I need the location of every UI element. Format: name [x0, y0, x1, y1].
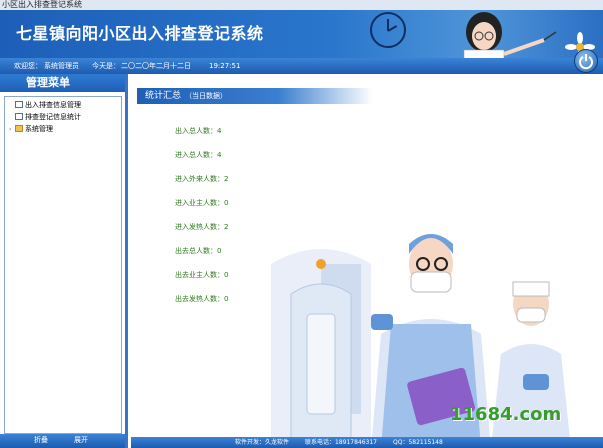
tree-item-label: 系统管理	[25, 125, 53, 133]
stat-in-fever: 进入发热人数：2	[175, 222, 228, 232]
stat-value: 4	[217, 127, 222, 135]
stat-value: 0	[224, 295, 229, 303]
expand-button[interactable]: 展开	[74, 435, 88, 445]
stat-total-inout: 出入总人数：4	[175, 126, 221, 136]
power-glyph	[579, 54, 593, 70]
app-title: 七星镇向阳小区出入排查登记系统	[16, 24, 264, 43]
stat-value: 0	[224, 199, 229, 207]
bottom-status-bar: 软件开发：久龙软件 联系电话：18917846317 QQ：582115148	[131, 437, 603, 448]
stat-label: 出去总人数：	[175, 247, 217, 255]
contact-phone: 联系电话：18917846317	[305, 439, 377, 446]
clock-icon	[370, 12, 406, 48]
stat-value: 2	[224, 223, 229, 231]
window-title: 小区出入排查登记系统	[2, 0, 82, 9]
tree-item-checkin-management[interactable]: 出入排查信息管理	[5, 99, 121, 111]
tree-item-label: 排查登记信息统计	[25, 113, 81, 121]
welcome-label: 欢迎您：	[14, 62, 42, 70]
stat-label: 出入总人数：	[175, 127, 217, 135]
document-icon	[15, 101, 23, 108]
stat-label: 进入业主人数：	[175, 199, 224, 207]
stat-label: 进入总人数：	[175, 151, 217, 159]
stat-in-owners: 进入业主人数：0	[175, 198, 228, 208]
stat-out-owners: 出去业主人数：0	[175, 270, 228, 280]
today-label: 今天是：	[92, 62, 120, 70]
menu-header: 管理菜单	[0, 74, 125, 92]
current-time: 19:27:51	[209, 62, 241, 70]
panel-subtitle: （当日数据）	[185, 92, 228, 100]
current-date: 二〇二〇年二月十二日	[121, 62, 191, 70]
stat-in-visitors: 进入外来人数：2	[175, 174, 228, 184]
stat-value: 2	[224, 175, 229, 183]
tree-item-statistics[interactable]: 排查登记信息统计	[5, 111, 121, 123]
stat-total-in: 进入总人数：4	[175, 150, 221, 160]
main-content: 统计汇总 （当日数据） 出入总人数：4 进入总人数：4 进入外来人数：2 进入业主…	[131, 74, 603, 448]
stat-label: 进入外来人数：	[175, 175, 224, 183]
contact-qq: QQ：582115148	[393, 439, 443, 446]
sidebar: 管理菜单 出入排查信息管理 排查登记信息统计 › 系统管理 折叠 展开	[0, 74, 128, 448]
tree-item-system-management[interactable]: › 系统管理	[5, 123, 121, 135]
stat-label: 进入发热人数：	[175, 223, 224, 231]
stat-label: 出去业主人数：	[175, 271, 224, 279]
tree-item-label: 出入排查信息管理	[25, 101, 81, 109]
panel-header: 统计汇总 （当日数据）	[137, 88, 373, 104]
watermark: 11684.com	[450, 404, 562, 425]
stat-label: 出去发热人数：	[175, 295, 224, 303]
window-titlebar: 小区出入排查登记系统	[0, 0, 603, 10]
status-bar: 欢迎您： 系统管理员 今天是： 二〇二〇年二月十二日 19:27:51	[0, 58, 603, 74]
folder-icon	[15, 125, 23, 132]
stat-value: 0	[217, 247, 222, 255]
collapse-button[interactable]: 折叠	[34, 435, 48, 445]
stat-value: 4	[217, 151, 222, 159]
document-icon	[15, 113, 23, 120]
doctor-illustration	[463, 12, 557, 58]
power-icon[interactable]	[574, 49, 598, 73]
stat-out-fever: 出去发热人数：0	[175, 294, 228, 304]
panel-title: 统计汇总	[145, 91, 182, 101]
sidebar-footer: 折叠 展开	[0, 434, 125, 448]
current-user: 系统管理员	[44, 62, 79, 70]
developer-info: 软件开发：久龙软件	[235, 439, 290, 446]
header-banner: 七星镇向阳小区出入排查登记系统	[0, 10, 603, 58]
stat-total-out: 出去总人数：0	[175, 246, 221, 256]
stat-value: 0	[224, 271, 229, 279]
menu-tree: 出入排查信息管理 排查登记信息统计 › 系统管理	[4, 96, 122, 434]
